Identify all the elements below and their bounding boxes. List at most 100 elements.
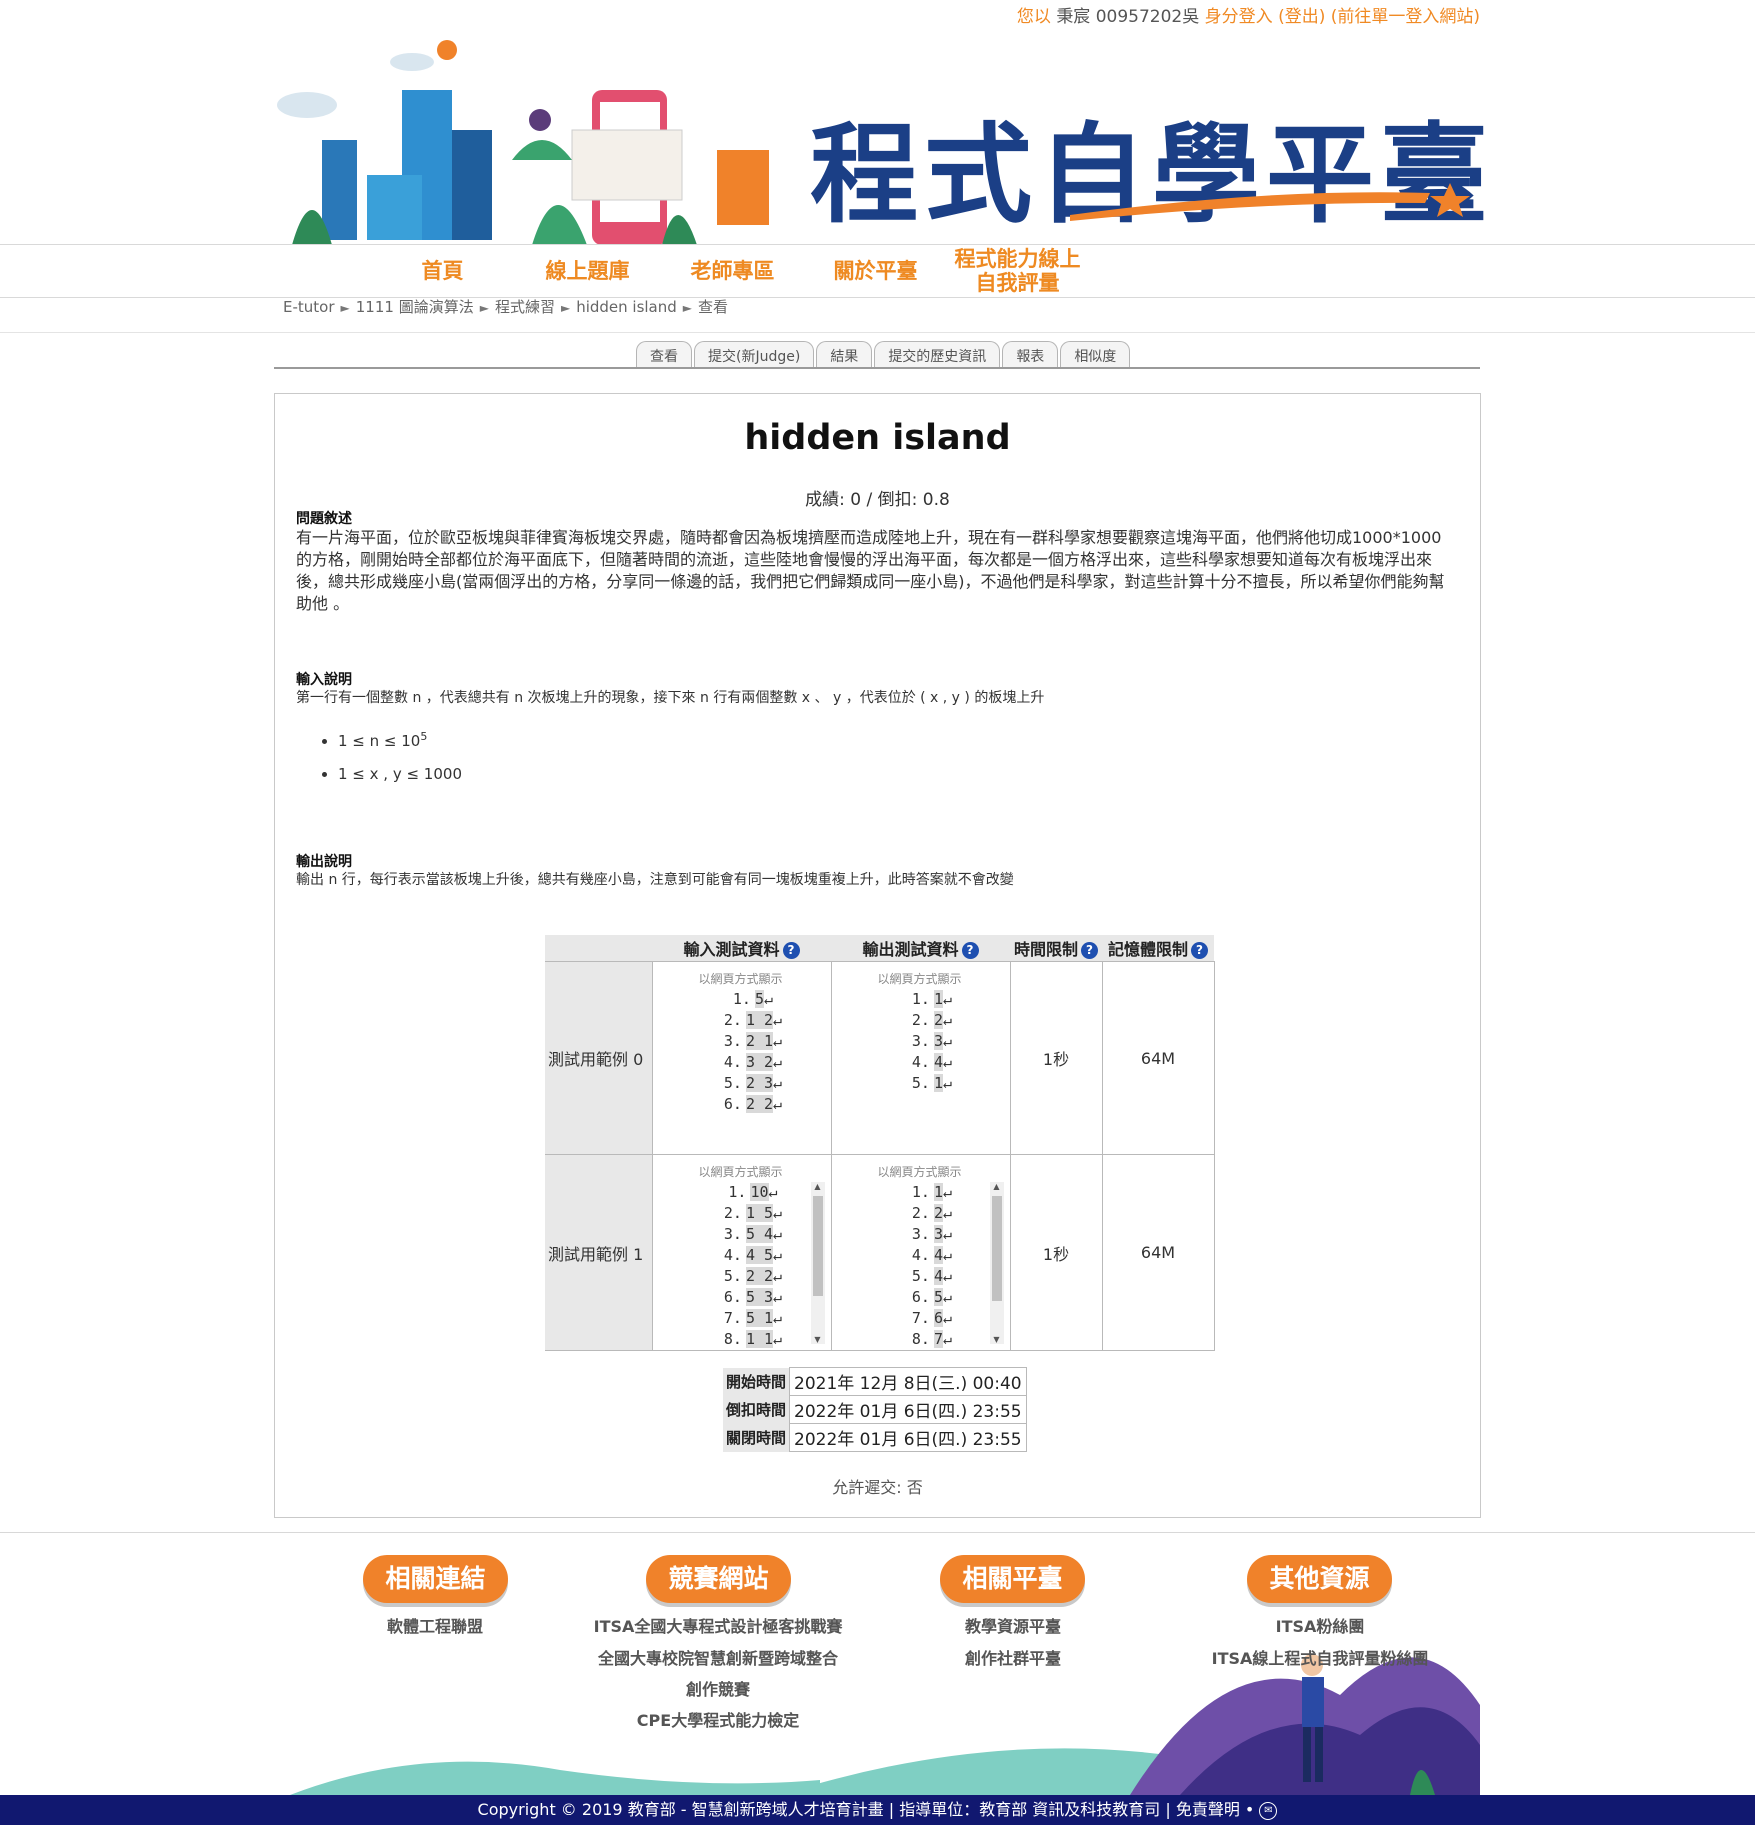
- scrollbar[interactable]: ▲ ▼: [810, 1182, 825, 1344]
- breadcrumb-sep-icon: ►: [479, 301, 489, 315]
- tab-results[interactable]: 結果: [816, 341, 873, 369]
- scroll-thumb[interactable]: [812, 1196, 823, 1296]
- tab-view[interactable]: 查看: [636, 341, 692, 369]
- footer-link[interactable]: ITSA全國大專程式設計極客挑戰賽: [568, 1613, 868, 1637]
- footer-related-links-button[interactable]: 相關連結: [363, 1555, 508, 1603]
- col-memory: 記憶體限制?: [1102, 935, 1214, 962]
- breadcrumb-sep-icon: ►: [340, 301, 350, 315]
- help-icon[interactable]: ?: [782, 942, 800, 959]
- nav-self-assessment[interactable]: 程式能力線上自我評量: [945, 245, 1090, 297]
- nav-question-bank[interactable]: 線上題庫: [535, 245, 640, 297]
- breadcrumb-problem[interactable]: hidden island: [576, 298, 677, 316]
- scroll-down-icon[interactable]: ▼: [811, 1335, 825, 1344]
- memory-limit: 64M: [1101, 1154, 1215, 1351]
- close-time-label: 關閉時間: [723, 1423, 790, 1452]
- view-as-web-link[interactable]: 以網頁方式顯示: [832, 962, 1010, 987]
- view-as-web-link[interactable]: 以網頁方式顯示: [832, 1155, 1010, 1180]
- footer-illustration: [290, 1654, 1480, 1795]
- main-nav: 首頁 線上題庫 老師專區 關於平臺 程式能力線上自我評量: [0, 244, 1755, 298]
- breadcrumb: E-tutor ► 1111 圖論演算法 ► 程式練習 ► hidden island ► 查看: [283, 296, 728, 317]
- score-line: 成績: 0 / 倒扣: 0.8: [805, 490, 950, 510]
- scroll-up-icon[interactable]: ▲: [811, 1182, 825, 1191]
- tab-report[interactable]: 報表: [1002, 341, 1059, 369]
- start-time-label: 開始時間: [723, 1367, 790, 1396]
- footer-link[interactable]: 教學資源平臺: [913, 1613, 1113, 1637]
- input-text: 第一行有一個整數 n ，代表總共有 n 次板塊上升的現象，接下來 n 行有兩個整…: [296, 690, 1045, 706]
- footer-link[interactable]: 全國大專校院智慧創新暨跨域整合: [568, 1645, 868, 1669]
- mail-icon[interactable]: ✉: [1259, 1801, 1278, 1820]
- scrollbar[interactable]: ▲ ▼: [989, 1182, 1004, 1344]
- table-row: 測試用範例 0 以網頁方式顯示 1. 5↵ 2. 1 2↵ 3. 2 1↵ 4. 3 2…: [545, 961, 1215, 1155]
- late-submission-status: 允許遲交: 否: [832, 1478, 923, 1497]
- divider: [0, 1532, 1755, 1533]
- sample-table: 輸入測試資料? 輸出測試資料? 時間限制? 記憶體限制? 測試用範例 0 以網頁…: [545, 935, 1215, 1351]
- sample-output-box: 以網頁方式顯示 1. 1↵ 2. 2↵ 3. 3↵ 4. 4↵ 5. 4↵ 6. 5↵ 7.…: [830, 1154, 1011, 1351]
- time-limit: 1秒: [1009, 1154, 1103, 1351]
- tab-history[interactable]: 提交的歷史資訊: [874, 341, 1001, 369]
- start-time-value: 2021年 12月 8日(三.) 00:40: [789, 1367, 1027, 1396]
- sample-input-lines: 1. 10↵ 2. 1 5↵ 3. 5 4↵ 4. 4 5↵ 5. 2 2↵ 6. 5 3↵…: [723, 1183, 783, 1348]
- time-limit: 1秒: [1009, 961, 1103, 1155]
- table-row: 開始時間 2021年 12月 8日(三.) 00:40: [723, 1367, 1027, 1396]
- footer-link[interactable]: ITSA粉絲團: [1190, 1613, 1450, 1637]
- description-heading: 問題敘述: [296, 511, 352, 527]
- footer-competitions-button[interactable]: 競賽網站: [646, 1555, 791, 1603]
- schedule-table: 開始時間 2021年 12月 8日(三.) 00:40 倒扣時間 2022年 0…: [723, 1367, 1027, 1452]
- deduct-time-label: 倒扣時間: [723, 1395, 790, 1424]
- help-icon[interactable]: ?: [961, 942, 979, 959]
- help-icon[interactable]: ?: [1191, 942, 1208, 959]
- sample-input-lines: 1. 5↵ 2. 1 2↵ 3. 2 1↵ 4. 3 2↵ 5. 2 3↵ 6. 2 2↵: [723, 990, 783, 1113]
- breadcrumb-sep-icon: ►: [682, 301, 693, 315]
- input-heading: 輸入說明: [296, 672, 352, 688]
- sample-table-header: 輸入測試資料? 輸出測試資料? 時間限制? 記憶體限制?: [545, 935, 1214, 962]
- sample-output-lines: 1. 1↵ 2. 2↵ 3. 3↵ 4. 4↵ 5. 4↵ 6. 5↵ 7. 6↵ 8. 7↵: [911, 1183, 953, 1348]
- sample-output-box: 以網頁方式顯示 1. 1↵ 2. 2↵ 3. 3↵ 4. 4↵ 5. 1↵: [830, 961, 1011, 1155]
- output-text: 輸出 n 行，每行表示當該板塊上升後，總共有幾座小島，注意到可能會有同一塊板塊重…: [296, 872, 1014, 888]
- tab-similarity[interactable]: 相似度: [1060, 341, 1131, 369]
- breadcrumb-sep-icon: ►: [560, 301, 571, 315]
- nav-about[interactable]: 關於平臺: [823, 245, 928, 297]
- breadcrumb-course[interactable]: 1111 圖論演算法: [356, 298, 474, 316]
- breadcrumb-current: 查看: [698, 298, 729, 316]
- output-heading: 輸出說明: [296, 854, 352, 870]
- view-as-web-link[interactable]: 以網頁方式顯示: [653, 1155, 831, 1180]
- problem-title: hidden island: [744, 418, 1011, 458]
- constraint-item: 1 ≤ n ≤ 105: [338, 720, 462, 758]
- footer-link[interactable]: 創作社群平臺: [913, 1645, 1113, 1669]
- footer-link[interactable]: CPE大學程式能力檢定: [568, 1707, 868, 1731]
- table-row: 關閉時間 2022年 01月 6日(四.) 23:55: [723, 1423, 1027, 1452]
- breadcrumb-section[interactable]: 程式練習: [495, 298, 555, 316]
- description-text: 有一片海平面，位於歐亞板塊與菲律賓海板塊交界處，隨時都會因為板塊擠壓而造成陸地上…: [296, 528, 1445, 613]
- help-icon[interactable]: ?: [1081, 942, 1099, 959]
- footer-other-resources-button[interactable]: 其他資源: [1247, 1555, 1392, 1603]
- constraint-item: 1 ≤ x , y ≤ 1000: [338, 758, 462, 791]
- col-time: 時間限制?: [1010, 935, 1102, 962]
- scroll-thumb[interactable]: [991, 1196, 1002, 1301]
- tab-submit[interactable]: 提交(新Judge): [694, 341, 815, 369]
- constraint-list: 1 ≤ n ≤ 105 1 ≤ x , y ≤ 1000: [318, 720, 462, 791]
- view-as-web-link[interactable]: 以網頁方式顯示: [653, 962, 831, 987]
- table-row: 倒扣時間 2022年 01月 6日(四.) 23:55: [723, 1395, 1027, 1424]
- sample-label: 測試用範例 1: [545, 1154, 653, 1351]
- divider: [0, 332, 1755, 333]
- nav-home[interactable]: 首頁: [400, 245, 485, 297]
- col-input: 輸入測試資料?: [652, 935, 831, 962]
- deduct-time-value: 2022年 01月 6日(四.) 23:55: [789, 1395, 1027, 1424]
- footer-link[interactable]: ITSA線上程式自我評量粉絲團: [1190, 1645, 1450, 1669]
- sample-input-box: 以網頁方式顯示 1. 10↵ 2. 1 5↵ 3. 5 4↵ 4. 4 5↵ 5. 2 2…: [651, 1154, 832, 1351]
- banner-illustration: [277, 40, 769, 245]
- divider: [274, 367, 1480, 369]
- scroll-down-icon[interactable]: ▼: [990, 1335, 1004, 1344]
- footer-link[interactable]: 創作競賽: [568, 1676, 868, 1700]
- copyright-bar: Copyright © 2019 教育部 - 智慧創新跨域人才培育計畫 | 指導…: [0, 1795, 1755, 1825]
- copyright-text: Copyright © 2019 教育部 - 智慧創新跨域人才培育計畫 | 指導…: [477, 1800, 1255, 1819]
- nav-teacher-zone[interactable]: 老師專區: [680, 245, 785, 297]
- footer-link[interactable]: 軟體工程聯盟: [340, 1613, 530, 1637]
- memory-limit: 64M: [1101, 961, 1215, 1155]
- footer-platforms-button[interactable]: 相關平臺: [940, 1555, 1085, 1603]
- close-time-value: 2022年 01月 6日(四.) 23:55: [789, 1423, 1027, 1452]
- sample-output-lines: 1. 1↵ 2. 2↵ 3. 3↵ 4. 4↵ 5. 1↵: [911, 990, 953, 1092]
- title-swoosh-decoration: [1070, 183, 1470, 221]
- scroll-up-icon[interactable]: ▲: [990, 1182, 1004, 1191]
- breadcrumb-etutor[interactable]: E-tutor: [283, 298, 335, 316]
